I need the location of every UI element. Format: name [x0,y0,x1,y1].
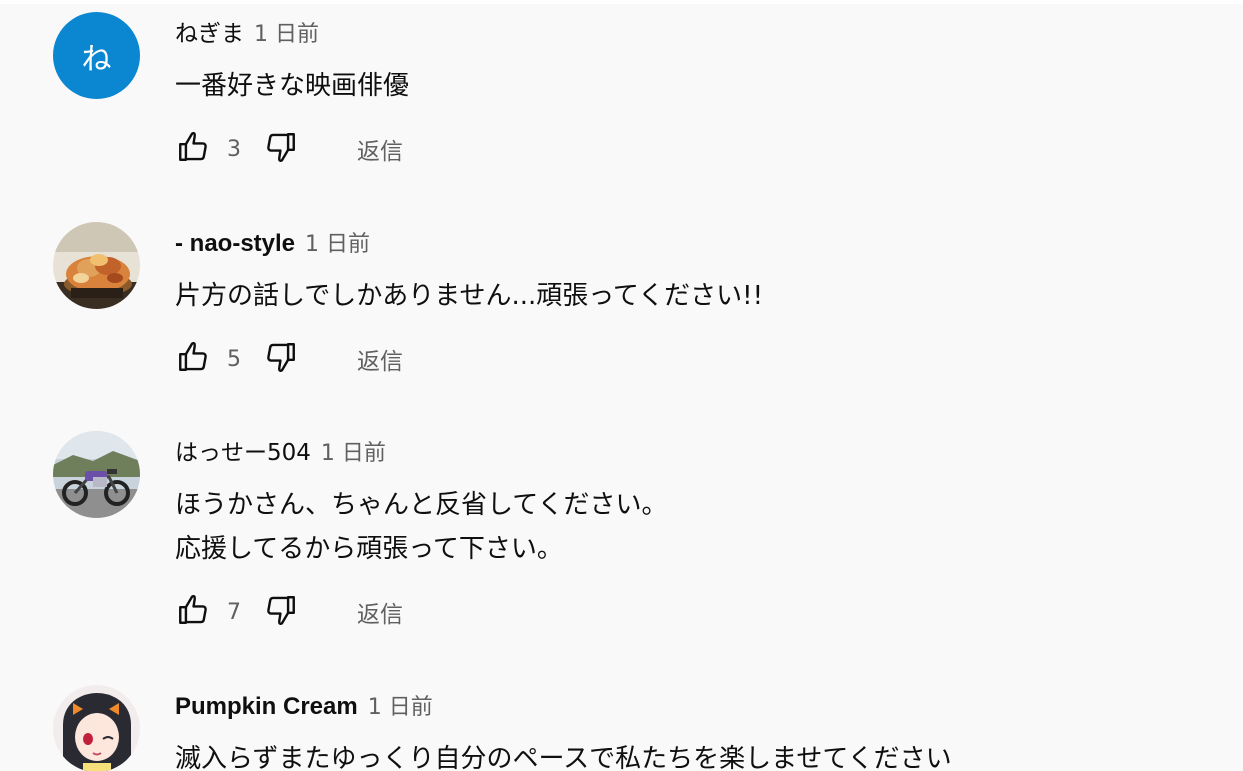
top-divider [0,0,1243,4]
reply-button[interactable]: 返信 [357,595,403,629]
dislike-button[interactable] [263,131,299,167]
author-avatar[interactable]: ね [53,12,140,99]
comment-line: 応援してるから頑張って下さい。 [175,534,563,564]
like-button[interactable] [175,594,211,630]
like-count: 3 [227,136,241,162]
published-time[interactable]: 1 日前 [254,22,319,47]
comment-header: - nao-style 1 日前 [175,228,370,260]
author-avatar[interactable] [53,685,140,771]
reply-button[interactable]: 返信 [357,342,403,376]
like-button[interactable] [175,131,211,167]
author-avatar[interactable] [53,222,140,309]
comment-actions: 3 返信 [175,129,403,169]
comment-line: 片方の話しでしかありません...頑張ってください!! [175,281,764,311]
published-time[interactable]: 1 日前 [368,695,433,720]
author-name[interactable]: ねぎま [175,21,244,47]
published-time[interactable]: 1 日前 [305,232,370,257]
motorcycle-photo-avatar [53,431,140,518]
comment-line: ほうかさん、ちゃんと反省してください。 [175,490,668,520]
published-time[interactable]: 1 日前 [321,441,386,466]
thumb-up-icon [176,340,210,378]
reply-button[interactable]: 返信 [357,132,403,166]
dislike-button[interactable] [263,341,299,377]
thumb-up-icon [176,130,210,168]
comment-header: はっせー504 1 日前 [175,437,386,469]
dislike-button[interactable] [263,594,299,630]
food-photo-avatar [53,222,140,309]
comment-header: ねぎま 1 日前 [175,18,319,50]
avatar-letter: ね [53,12,140,99]
author-name[interactable]: Pumpkin Cream [175,693,358,720]
comment-text: 片方の話しでしかありません...頑張ってください!! [175,274,763,318]
thumb-down-icon [264,340,298,378]
comment-header: Pumpkin Cream 1 日前 [175,691,433,723]
comment-text: 一番好きな映画俳優 [175,64,409,108]
like-count: 7 [227,599,241,625]
comment-line: 滅入らずまたゆっくり自分のペースで私たちを楽しませてください [175,744,952,771]
thumb-up-icon [176,593,210,631]
thumb-down-icon [264,593,298,631]
like-count: 5 [227,346,241,372]
comment-actions: 5 返信 [175,339,403,379]
comment-text: ほうかさん、ちゃんと反省してください。 応援してるから頑張って下さい。 [175,483,667,571]
anime-character-avatar [53,685,140,771]
thumb-down-icon [264,130,298,168]
author-name-text: はっせー504 [175,440,311,466]
author-name[interactable]: はっせー504 [175,440,311,466]
comment-actions: 7 返信 [175,592,403,632]
comment-text: 滅入らずまたゆっくり自分のペースで私たちを楽しませてください [175,737,952,771]
comments-section: ね ねぎま 1 日前 一番好きな映画俳優 3 返信 - nao-style 1 … [0,0,1243,771]
like-button[interactable] [175,341,211,377]
author-avatar[interactable] [53,431,140,518]
author-name[interactable]: - nao-style [175,230,295,257]
comment-line: 一番好きな映画俳優 [175,71,410,101]
